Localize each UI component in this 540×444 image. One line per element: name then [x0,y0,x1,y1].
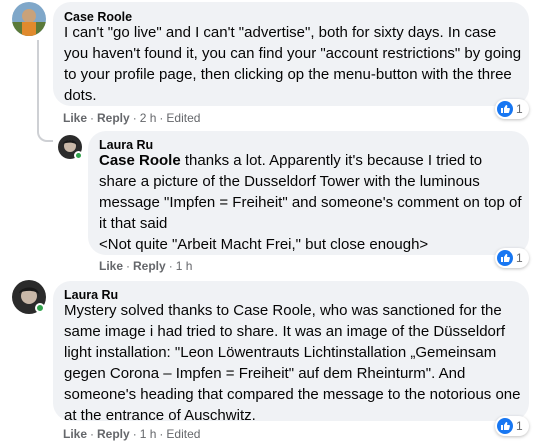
comment-text: Mystery solved thanks to Case Roole, who… [64,302,521,424]
like-button[interactable]: Like [63,111,87,125]
comment-actions: Like · Reply · 1 h · Edited [63,427,201,441]
thread-line-curve [37,126,53,142]
like-button[interactable]: Like [99,259,123,273]
comment-quote: <Not quite "Arbeit Macht Frei," but clos… [99,236,429,253]
thread-line [37,40,39,128]
like-icon [497,101,513,117]
like-icon [497,418,513,434]
reaction-count: 1 [516,419,523,433]
edited-label[interactable]: Edited [166,111,200,125]
reaction-count: 1 [516,251,523,265]
comment-text: Case Roole thanks a lot. Apparently it's… [99,150,523,255]
reaction-badge[interactable]: 1 [495,416,529,436]
mention-tag[interactable]: Case Roole [99,152,181,169]
timestamp[interactable]: 1 h [176,259,193,273]
avatar-case-roole[interactable] [12,2,46,36]
reaction-count: 1 [516,102,523,116]
comment-actions: Like · Reply · 2 h · Edited [63,111,201,125]
online-status-dot [74,151,83,160]
reply-button[interactable]: Reply [97,111,130,125]
comment-actions: Like · Reply · 1 h [99,259,193,273]
reaction-badge[interactable]: 1 [495,99,529,119]
reaction-badge[interactable]: 1 [495,248,529,268]
timestamp[interactable]: 1 h [140,427,157,441]
comment-text: I can't "go live" and I can't "advertise… [64,24,522,104]
like-button[interactable]: Like [63,427,87,441]
profile-photo-icon [12,2,46,36]
reply-button[interactable]: Reply [133,259,166,273]
reply-button[interactable]: Reply [97,427,130,441]
like-icon [497,250,513,266]
edited-label[interactable]: Edited [166,427,200,441]
timestamp[interactable]: 2 h [140,111,157,125]
online-status-dot [35,303,45,313]
